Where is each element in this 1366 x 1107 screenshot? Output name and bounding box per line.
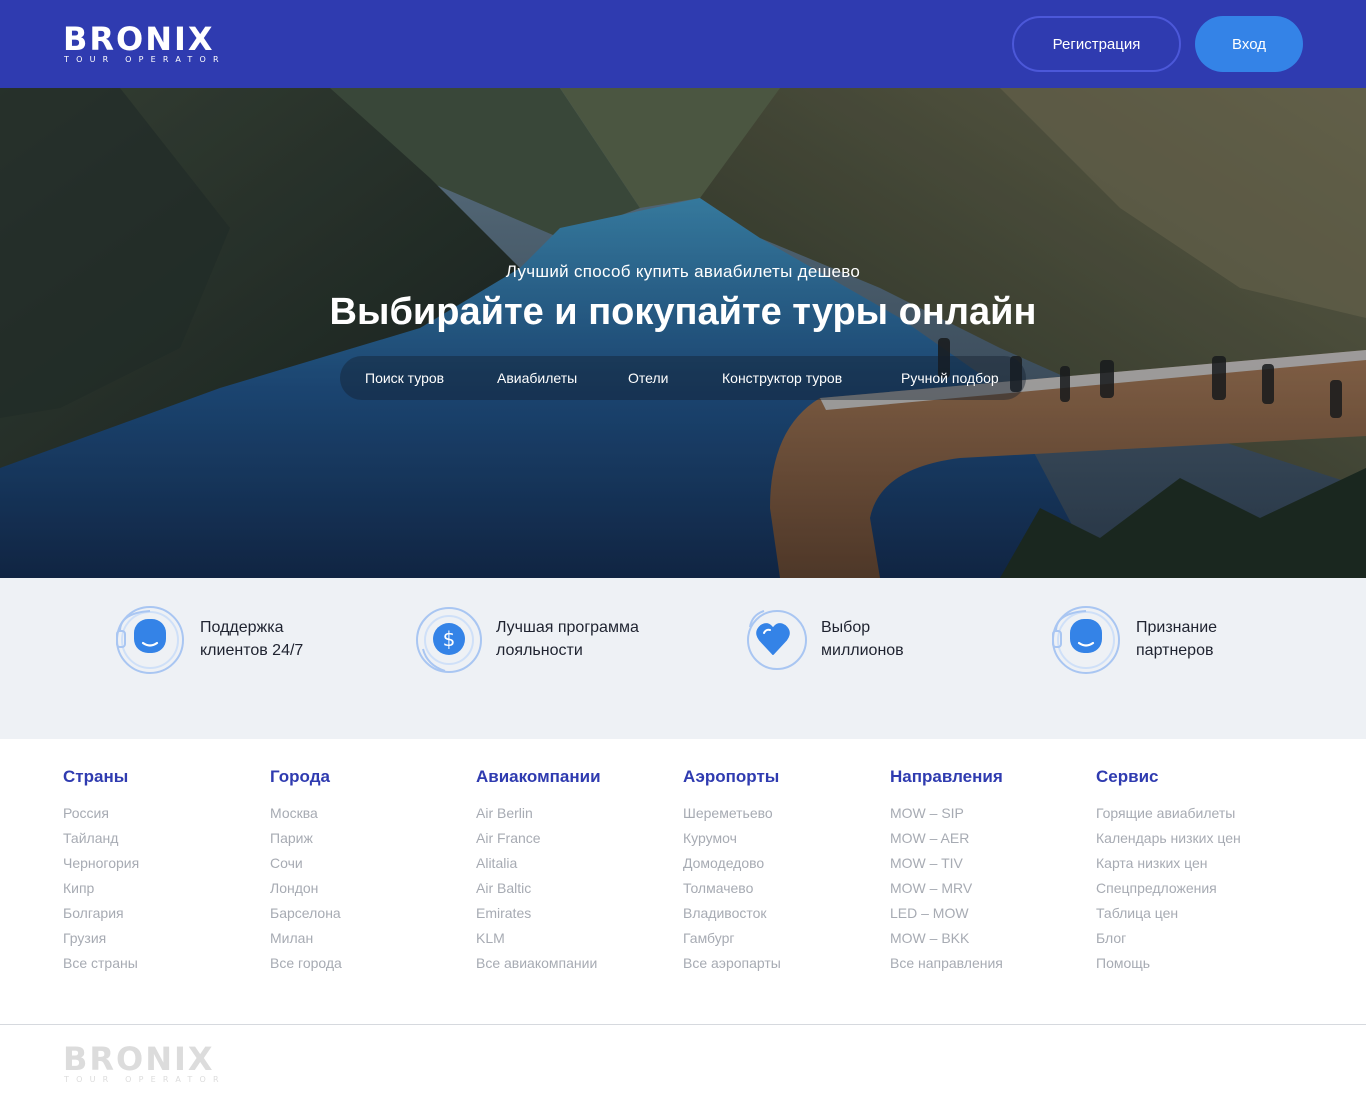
footer-link[interactable]: Все направления — [890, 955, 1003, 971]
feature-loyalty-text: Лучшая программа лояльности — [496, 616, 639, 662]
footer-link[interactable]: Гамбург — [683, 930, 735, 946]
logo-wordmark: BRONIX — [63, 20, 215, 58]
support-headset-icon — [1052, 606, 1120, 674]
footer-link[interactable]: Болгария — [63, 905, 124, 921]
footer-link[interactable]: Все аэропарты — [683, 955, 781, 971]
footer-bronix-logo[interactable]: BRONIX TOUR OPERATOR — [63, 1042, 228, 1088]
support-headset-icon — [116, 606, 184, 674]
footer-link[interactable]: Шереметьево — [683, 805, 773, 821]
footer-divider — [0, 1024, 1366, 1025]
footer-link[interactable]: Кипр — [63, 880, 94, 896]
register-button[interactable]: Регистрация — [1012, 16, 1181, 72]
top-header: BRONIX TOUR OPERATOR Регистрация Вход — [0, 0, 1366, 88]
feature-line: Выбор — [821, 619, 871, 636]
footer-link[interactable]: Air Berlin — [476, 805, 533, 821]
footer-link[interactable]: Москва — [270, 805, 318, 821]
tab-manual-selection[interactable]: Ручной подбор — [901, 356, 999, 400]
footer-link[interactable]: Черногория — [63, 855, 139, 871]
footer-column-title: Страны — [63, 767, 129, 786]
tab-flights[interactable]: Авиабилеты — [497, 356, 577, 400]
svg-text:$: $ — [443, 627, 456, 651]
footer-column-title: Сервис — [1096, 767, 1159, 786]
feature-line: миллионов — [821, 642, 904, 659]
footer-link[interactable]: Толмачево — [683, 880, 753, 896]
feature-choice-text: Выбор миллионов — [821, 616, 904, 662]
feature-line: лояльности — [496, 642, 583, 659]
footer-column-title: Аэропорты — [683, 767, 780, 786]
footer-link[interactable]: Тайланд — [63, 830, 118, 846]
footer-link[interactable]: Air France — [476, 830, 541, 846]
hero-banner: Лучший способ купить авиабилеты дешево В… — [0, 88, 1366, 578]
dollar-coin-icon: $ — [416, 607, 482, 673]
footer-column-title: Направления — [890, 767, 1003, 786]
footer-link[interactable]: Курумоч — [683, 830, 737, 846]
heart-icon — [747, 610, 807, 670]
footer-link[interactable]: Спецпредложения — [1096, 880, 1217, 896]
footer-link[interactable]: MOW – MRV — [890, 880, 972, 896]
feature-line: партнеров — [1136, 642, 1214, 659]
logo-tagline: TOUR OPERATOR — [64, 55, 226, 64]
login-button[interactable]: Вход — [1195, 16, 1303, 72]
hero-subtitle: Лучший способ купить авиабилеты дешево — [505, 262, 861, 281]
search-tabs: Поиск туров Авиабилеты Отели Конструктор… — [340, 356, 1026, 400]
footer-link[interactable]: Alitalia — [476, 855, 517, 871]
footer-link[interactable]: Владивосток — [683, 905, 767, 921]
footer-link[interactable]: Air Baltic — [476, 880, 531, 896]
footer-link[interactable]: Emirates — [476, 905, 531, 921]
footer-column-title: Авиакомпании — [476, 767, 601, 786]
footer-link[interactable]: Все города — [270, 955, 342, 971]
feature-line: Лучшая программа — [496, 619, 639, 636]
footer-link[interactable]: Домодедово — [683, 855, 764, 871]
tab-tour-builder[interactable]: Конструктор туров — [722, 356, 842, 400]
hero-title: Выбирайте и покупайте туры онлайн — [329, 291, 1037, 333]
footer-link[interactable]: Горящие авиабилеты — [1096, 805, 1235, 821]
footer-link[interactable]: Сочи — [270, 855, 303, 871]
feature-line: клиентов 24/7 — [200, 642, 304, 659]
footer-link[interactable]: MOW – SIP — [890, 805, 964, 821]
tab-hotels[interactable]: Отели — [628, 356, 668, 400]
footer-link[interactable]: Россия — [63, 805, 109, 821]
feature-line: Признание — [1136, 619, 1218, 636]
footer-link[interactable]: KLM — [476, 930, 505, 946]
footer-link[interactable]: Календарь низких цен — [1096, 830, 1241, 846]
footer-link[interactable]: MOW – TIV — [890, 855, 963, 871]
footer-link[interactable]: MOW – BKK — [890, 930, 969, 946]
feature-partners-text: Признание партнеров — [1136, 616, 1217, 662]
feature-support-text: Поддержка клиентов 24/7 — [200, 616, 303, 662]
features-strip: Поддержка клиентов 24/7 $ Лучшая програм… — [0, 578, 1366, 739]
footer-link[interactable]: Грузия — [63, 930, 106, 946]
footer-link[interactable]: Все авиакомпании — [476, 955, 597, 971]
footer-link[interactable]: Все страны — [63, 955, 138, 971]
footer-link[interactable]: Милан — [270, 930, 313, 946]
footer-link[interactable]: Карта низких цен — [1096, 855, 1208, 871]
logo-tagline: TOUR OPERATOR — [64, 1075, 226, 1084]
footer-link[interactable]: MOW – AER — [890, 830, 969, 846]
footer-link[interactable]: Париж — [270, 830, 313, 846]
feature-line: Поддержка — [200, 619, 284, 636]
footer-link[interactable]: Барселона — [270, 905, 341, 921]
footer-link[interactable]: Блог — [1096, 930, 1126, 946]
tab-tour-search[interactable]: Поиск туров — [365, 356, 444, 400]
bronix-logo[interactable]: BRONIX TOUR OPERATOR — [63, 22, 228, 66]
footer-link[interactable]: Лондон — [270, 880, 318, 896]
footer-link[interactable]: Помощь — [1096, 955, 1150, 971]
footer-column-title: Города — [270, 767, 330, 786]
footer-link[interactable]: LED – MOW — [890, 905, 969, 921]
logo-wordmark: BRONIX — [63, 1040, 215, 1078]
footer-link[interactable]: Таблица цен — [1096, 905, 1178, 921]
